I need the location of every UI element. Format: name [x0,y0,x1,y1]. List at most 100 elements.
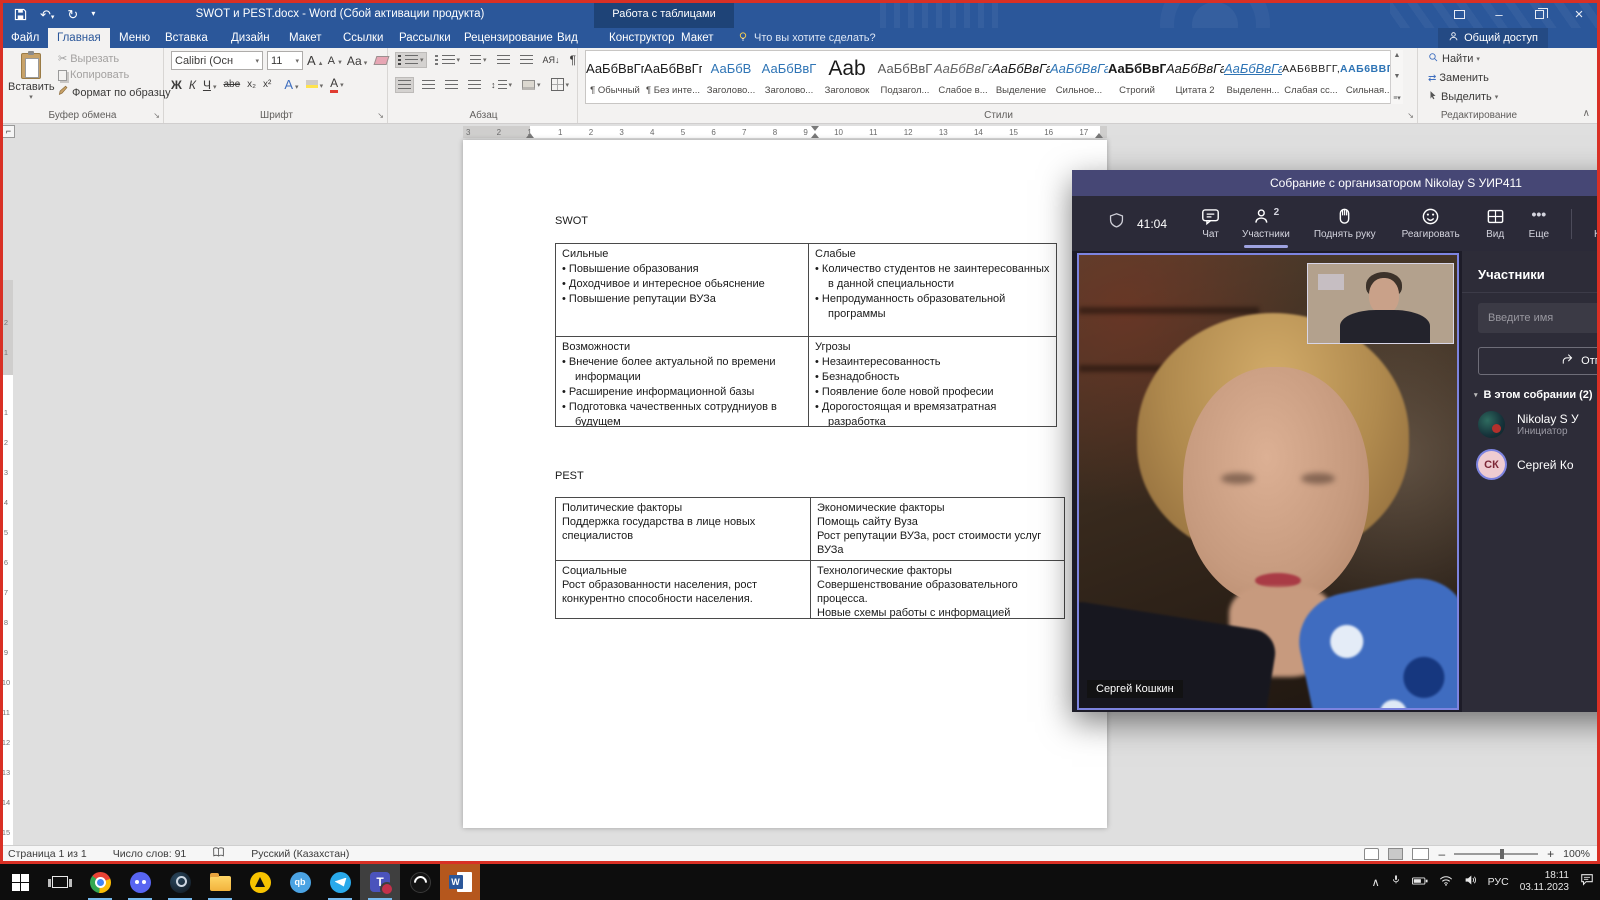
close-icon[interactable]: × [1562,2,1596,26]
copy-button[interactable]: Копировать [58,69,171,81]
clear-formatting-icon[interactable] [374,56,390,65]
font-family-combobox[interactable]: Calibri (Осн▾ [171,51,263,70]
decrease-indent-button[interactable] [495,53,512,67]
zoom-level[interactable]: 100% [1563,848,1590,860]
underline-button[interactable]: Ч▾ [203,78,217,92]
camera-button[interactable]: Камера [1594,207,1600,240]
language-switcher[interactable]: РУС [1488,876,1509,888]
save-icon[interactable] [14,8,27,21]
style-item[interactable]: АаБбВвГПодзагол... [876,51,934,103]
align-right-button[interactable] [443,78,460,92]
tab-view[interactable]: Вид [548,28,587,48]
justify-button[interactable] [466,78,483,92]
main-video-tile[interactable]: Сергей Кошкин [1077,253,1459,710]
style-item[interactable]: АаБбВвГаЦитата 2 [1166,51,1224,103]
font-color-button[interactable]: А▾ [330,76,344,93]
superscript-button[interactable]: x² [263,79,271,90]
indent-marker-icon[interactable] [1095,133,1103,138]
more-button[interactable]: ••• Еще [1529,207,1549,240]
sort-button[interactable]: АЯ↓ [541,53,562,67]
pest-political-cell[interactable]: Политические факторы Поддержка государст… [556,498,811,561]
bullets-button[interactable]: ▾ [395,52,427,68]
word-taskbar-button[interactable] [440,864,480,900]
line-spacing-button[interactable]: ↕▾ [489,78,514,92]
subscript-button[interactable]: x₂ [247,79,256,90]
tab-layout[interactable]: Макет [280,28,331,48]
pest-social-cell[interactable]: Социальные Рост образованности населения… [556,561,811,619]
print-layout-icon[interactable] [1388,848,1403,860]
tab-design[interactable]: Дизайн [222,28,279,48]
styles-gallery-scrollbar[interactable]: ▲ ▼ ≡▾ [1390,50,1403,104]
format-painter-button[interactable]: Формат по образцу [58,85,171,100]
action-center-icon[interactable] [1580,873,1594,891]
dialog-launcher-icon[interactable]: ↘ [1407,111,1414,120]
vertical-ruler[interactable]: 2 1 1 2 3 4 5 6 7 8 9 10 11 12 13 14 15 … [0,280,14,900]
italic-button[interactable]: К [189,78,196,92]
share-button[interactable]: Общий доступ [1438,28,1548,48]
align-center-button[interactable] [420,78,437,92]
style-item[interactable]: АabЗаголовок [818,51,876,103]
document-page[interactable]: SWOT Сильные • Повышение образования • Д… [463,140,1107,828]
afterburner-button[interactable] [400,864,440,900]
language-indicator[interactable]: Русский (Казахстан) [251,848,349,860]
zoom-slider-thumb[interactable] [1500,849,1504,859]
raise-hand-button[interactable]: Поднять руку [1314,207,1376,240]
tell-me-box[interactable]: Что вы хотите сделать? [737,28,876,48]
telegram-button[interactable] [320,864,360,900]
web-layout-icon[interactable] [1412,848,1429,860]
style-item[interactable]: АаБбВвГаСильное... [1050,51,1108,103]
zoom-in-icon[interactable]: + [1547,847,1554,861]
task-view-button[interactable] [40,864,80,900]
cut-button[interactable]: ✂Вырезать [58,52,171,65]
collapse-ribbon-icon[interactable]: ∧ [1583,108,1590,119]
tab-selector[interactable]: ⌐ [2,125,15,138]
discord-taskbar-button[interactable] [120,864,160,900]
tab-file[interactable]: Файл [2,28,48,48]
swot-strengths-cell[interactable]: Сильные • Повышение образования • Доходч… [556,244,809,337]
teams-taskbar-button[interactable]: T [360,864,400,900]
shading-button[interactable]: ▾ [520,78,543,92]
tab-review[interactable]: Рецензирование [455,28,562,48]
tray-expand-icon[interactable]: ∧ [1372,876,1380,889]
gallery-expand-icon[interactable]: ≡▾ [1393,94,1401,102]
restore-icon[interactable] [1522,2,1556,26]
pest-economic-cell[interactable]: Экономические факторы Помощь сайту Вуза … [811,498,1065,561]
show-marks-button[interactable]: ¶ [568,51,578,69]
tab-menu[interactable]: Меню [110,28,159,48]
indent-marker-icon[interactable] [811,133,819,138]
volume-icon[interactable] [1464,873,1477,891]
clock[interactable]: 18:11 03.11.2023 [1520,870,1569,894]
meeting-section-header[interactable]: ▾ В этом собрании (2) [1474,389,1593,401]
participant-search-input[interactable] [1478,303,1600,333]
zoom-out-icon[interactable]: – [1438,847,1445,861]
page-indicator[interactable]: Страница 1 из 1 [8,848,87,860]
file-explorer-button[interactable] [200,864,240,900]
swot-table[interactable]: Сильные • Повышение образования • Доходч… [555,243,1057,427]
scroll-down-icon[interactable]: ▼ [1394,73,1401,80]
zoom-slider[interactable] [1454,853,1538,855]
style-item[interactable]: ААБ6ВВГГ,Слабая сс... [1282,51,1340,103]
start-button[interactable] [0,864,40,900]
style-item[interactable]: АаБбВвГаВыделение [992,51,1050,103]
style-item[interactable]: АаБбВвГг,¶ Обычный [586,51,644,103]
indent-marker-icon[interactable] [526,133,534,138]
select-button[interactable]: Выделить▾ [1428,90,1498,104]
tab-table-layout[interactable]: Макет [672,28,723,48]
tab-references[interactable]: Ссылки [334,28,393,48]
find-button[interactable]: Найти▾ [1428,52,1498,66]
tray-microphone-icon[interactable] [1391,873,1401,891]
pest-technological-cell[interactable]: Технологические факторы Совершенствовани… [811,561,1065,619]
battery-icon[interactable] [1412,873,1428,891]
style-item[interactable]: АаБбВвГаВыделенн... [1224,51,1282,103]
dialog-launcher-icon[interactable]: ↘ [377,111,384,120]
numbering-button[interactable]: ▾ [433,53,463,67]
ribbon-display-options-icon[interactable] [1442,2,1476,26]
scroll-up-icon[interactable]: ▲ [1394,52,1401,59]
daemon-tools-button[interactable] [240,864,280,900]
paste-button[interactable]: Вставить ▾ [8,51,54,117]
react-button[interactable]: Реагировать [1402,207,1460,240]
horizontal-ruler[interactable]: ⌐ 3 2 1 1 2 3 4 5 6 7 8 9 10 11 12 13 14… [0,124,1600,140]
indent-marker-icon[interactable] [811,126,819,131]
increase-indent-button[interactable] [518,53,535,67]
align-left-button[interactable] [395,77,414,93]
